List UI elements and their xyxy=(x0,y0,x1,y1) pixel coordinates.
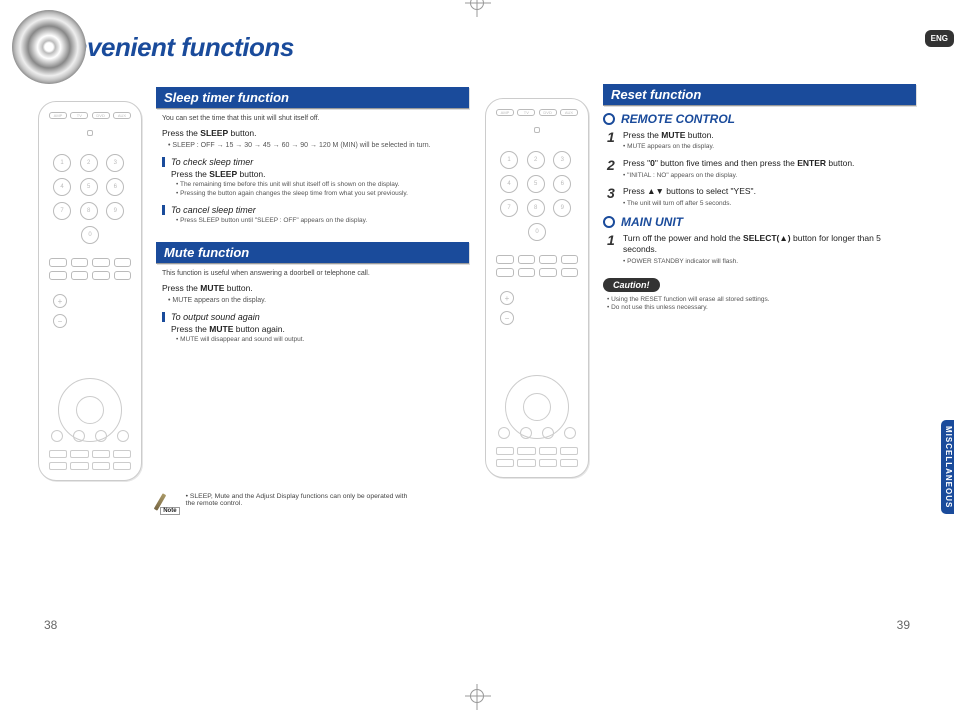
sleep-check-bullet: Pressing the button again changes the sl… xyxy=(176,190,469,197)
subheading-main-unit: MAIN UNIT xyxy=(603,215,916,229)
caution-line: Using the RESET function will erase all … xyxy=(607,296,916,303)
reset-remote-steps: 1Press the MUTE button.• MUTE appears on… xyxy=(603,130,916,209)
section-mute: Mute function This function is useful wh… xyxy=(156,242,469,343)
sleep-cancel-heading: To cancel sleep timer xyxy=(162,205,469,215)
remote-key-7: 7 xyxy=(500,199,518,217)
remote-key-6: 6 xyxy=(553,175,571,193)
sleep-cancel-bullet: Press SLEEP button until "SLEEP : OFF" a… xyxy=(176,217,469,224)
section-heading-reset: Reset function xyxy=(603,84,916,106)
remote-key-0: 0 xyxy=(528,223,546,241)
reset-mainunit-steps: 1Turn off the power and hold the SELECT(… xyxy=(603,233,916,267)
remote-key-9: 9 xyxy=(106,202,124,220)
remote-mode-btn: DVD xyxy=(92,112,110,119)
remote-key-2: 2 xyxy=(80,154,98,172)
left-text-column: Sleep timer function You can set the tim… xyxy=(156,87,469,361)
caution-line: Do not use this unless necessary. xyxy=(607,304,916,311)
sleep-check-bullet: The remaining time before this unit will… xyxy=(176,181,469,188)
remote-mode-btn: DVD xyxy=(539,109,557,116)
page-right: AMP TV DVD AUX 123 456 789 0 + − xyxy=(477,28,924,638)
right-text-column: Reset function REMOTE CONTROL 1Press the… xyxy=(603,84,916,329)
caution-badge: Caution! xyxy=(603,278,660,292)
remote-mode-btn: TV xyxy=(70,112,88,119)
remote-key-8: 8 xyxy=(80,202,98,220)
remote-vol-down-icon: − xyxy=(500,311,514,325)
sleep-step-note: • SLEEP : OFF → 15 → 30 → 45 → 60 → 90 →… xyxy=(168,142,469,149)
remote-key-5: 5 xyxy=(80,178,98,196)
remote-mode-btn: AUX xyxy=(560,109,578,116)
remote-led-icon xyxy=(87,130,93,136)
mute-again-step: Press the MUTE button again. xyxy=(171,324,469,334)
mute-step-note: • MUTE appears on the display. xyxy=(168,297,469,304)
remote-key-7: 7 xyxy=(53,202,71,220)
remote-vol-up-icon: + xyxy=(500,291,514,305)
subheading-remote-control: REMOTE CONTROL xyxy=(603,112,916,126)
remote-key-1: 1 xyxy=(500,151,518,169)
mute-intro: This function is useful when answering a… xyxy=(162,270,469,277)
footnote-bar: Note SLEEP, Mute and the Adjust Display … xyxy=(158,493,418,513)
remote-vol-up-icon: + xyxy=(53,294,67,308)
remote-key-9: 9 xyxy=(553,199,571,217)
section-heading-sleep: Sleep timer function xyxy=(156,87,469,109)
remote-mode-btn: AUX xyxy=(113,112,131,119)
sleep-check-step: Press the SLEEP button. xyxy=(171,169,469,179)
remote-key-4: 4 xyxy=(500,175,518,193)
remote-mode-btn: AMP xyxy=(49,112,67,119)
page-title: Convenient functions xyxy=(38,32,469,63)
page-number-left: 38 xyxy=(44,618,57,632)
mute-again-bullet: MUTE will disappear and sound will outpu… xyxy=(176,336,469,343)
speaker-icon xyxy=(12,10,86,84)
sleep-intro: You can set the time that this unit will… xyxy=(162,115,469,122)
sleep-check-heading: To check sleep timer xyxy=(162,157,469,167)
registration-mark-icon xyxy=(470,0,484,10)
section-tab-miscellaneous: MISCELLANEOUS xyxy=(941,420,954,514)
section-sleep: Sleep timer function You can set the tim… xyxy=(156,87,469,224)
page-spread: Convenient functions AMP TV DVD AUX 123 … xyxy=(30,28,924,638)
section-heading-mute: Mute function xyxy=(156,242,469,264)
remote-mode-btn: AMP xyxy=(496,109,514,116)
remote-illustration: AMP TV DVD AUX 123 456 789 0 + − xyxy=(485,98,589,478)
page-left: Convenient functions AMP TV DVD AUX 123 … xyxy=(30,28,477,638)
remote-illustration: AMP TV DVD AUX 123 456 789 0 + − xyxy=(38,101,142,481)
remote-key-1: 1 xyxy=(53,154,71,172)
section-reset: Reset function REMOTE CONTROL 1Press the… xyxy=(603,84,916,311)
sleep-step: Press the SLEEP button. xyxy=(162,128,469,138)
mute-again-heading: To output sound again xyxy=(162,312,469,322)
remote-led-icon xyxy=(534,127,540,133)
registration-mark-icon xyxy=(470,689,484,703)
remote-mode-btn: TV xyxy=(517,109,535,116)
circle-bullet-icon xyxy=(603,216,615,228)
language-tab: ENG xyxy=(925,30,954,47)
remote-key-2: 2 xyxy=(527,151,545,169)
footnote-text: SLEEP, Mute and the Adjust Display funct… xyxy=(186,493,418,507)
remote-key-4: 4 xyxy=(53,178,71,196)
remote-key-6: 6 xyxy=(106,178,124,196)
remote-key-3: 3 xyxy=(106,154,124,172)
remote-key-8: 8 xyxy=(527,199,545,217)
remote-key-0: 0 xyxy=(81,226,99,244)
remote-key-5: 5 xyxy=(527,175,545,193)
remote-key-3: 3 xyxy=(553,151,571,169)
page-number-right: 39 xyxy=(897,618,910,632)
circle-bullet-icon xyxy=(603,113,615,125)
pencil-note-icon: Note xyxy=(158,493,180,513)
remote-vol-down-icon: − xyxy=(53,314,67,328)
mute-step: Press the MUTE button. xyxy=(162,283,469,293)
